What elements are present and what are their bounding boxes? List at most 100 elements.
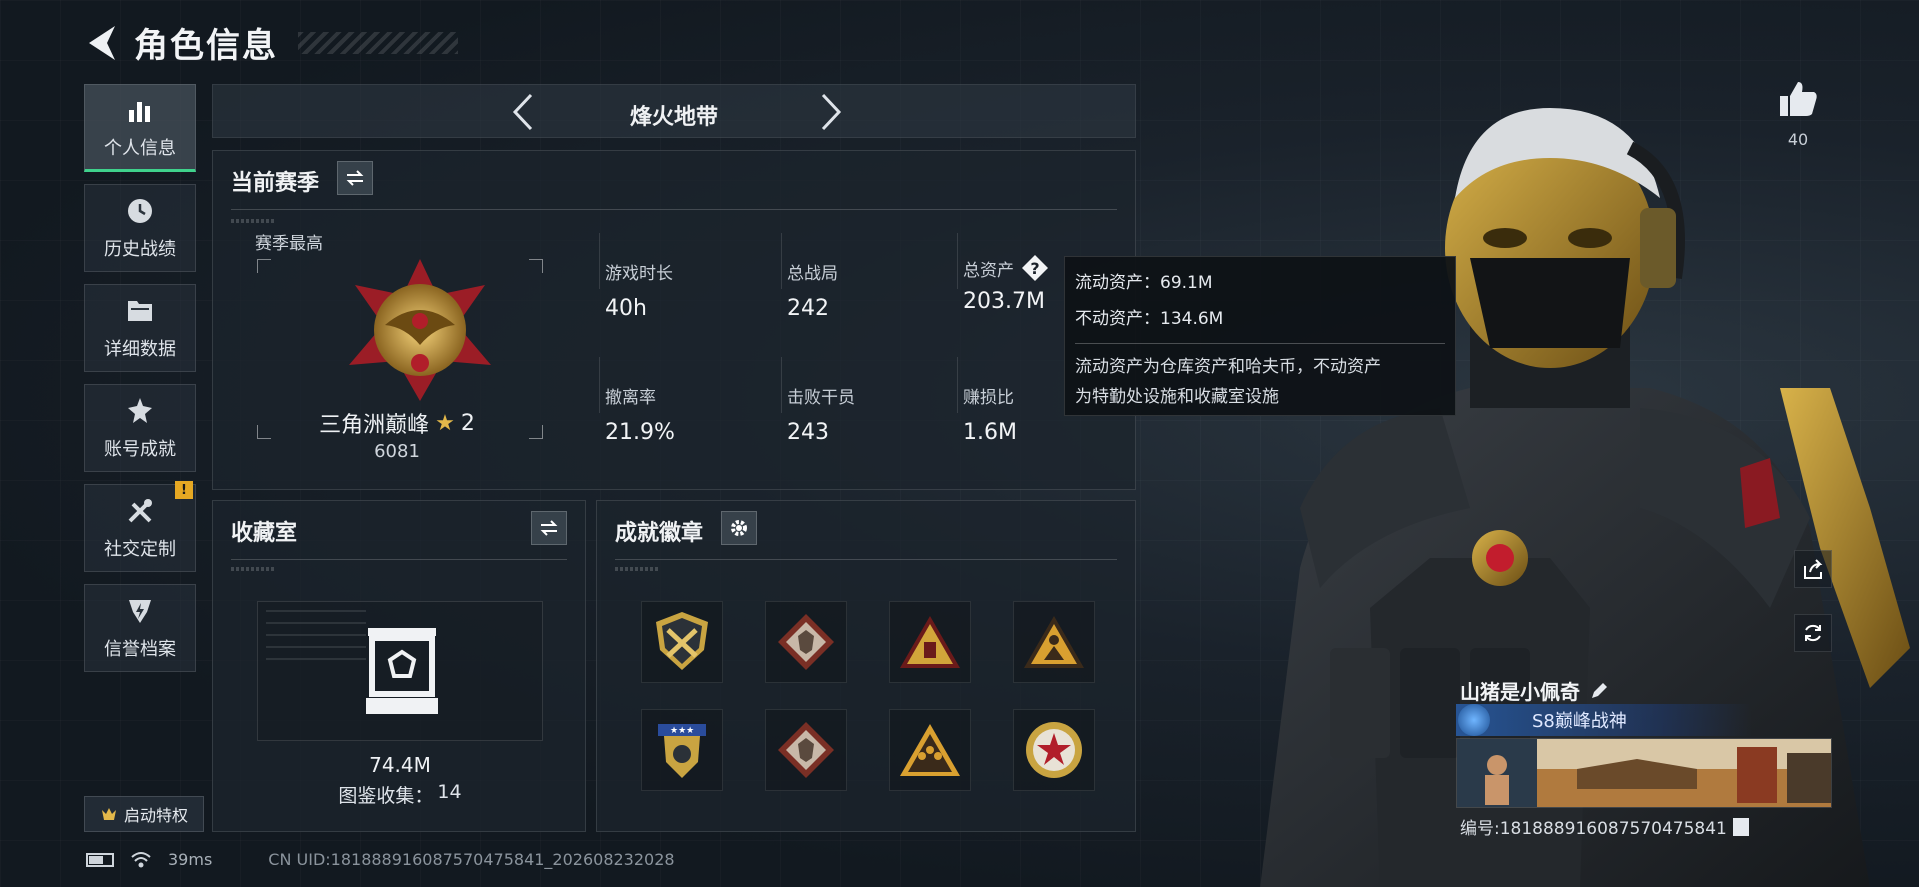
warning-badge: !	[175, 481, 193, 499]
thumbs-up-icon	[1780, 82, 1817, 116]
tooltip-description-line1: 流动资产为仓库资产和哈夫币，不动资产	[1075, 357, 1381, 377]
decoration	[231, 219, 275, 223]
svg-text:★★★: ★★★	[670, 726, 694, 736]
tooltip-fixed-assets: 不动资产：134.6M	[1075, 309, 1224, 329]
sidebar-item-label: 个人信息	[104, 138, 176, 159]
player-id-row: 编号:1818889160875704758​41	[1460, 814, 1749, 839]
privilege-label: 启动特权	[123, 806, 188, 825]
divider	[1075, 343, 1445, 344]
season-swap-button[interactable]	[337, 161, 373, 195]
divider	[615, 559, 1117, 560]
player-title-bar: S8巅峰战神	[1456, 704, 1752, 736]
player-name-row: 山猪是小佩奇	[1460, 676, 1608, 705]
rank-score: 6081	[374, 441, 420, 462]
help-icon[interactable]: ?	[1022, 255, 1048, 281]
collection-preview[interactable]	[257, 601, 543, 741]
shield-crossed-icon	[656, 612, 708, 670]
achievements-panel: 成就徽章 ★★★	[596, 500, 1136, 832]
map-selector: 烽火地带	[212, 84, 1136, 138]
sidebar-item-personal-info[interactable]: 个人信息	[84, 84, 196, 172]
swap-icon	[346, 170, 364, 186]
privilege-button[interactable]: 启动特权	[84, 796, 204, 832]
stat-operators-defeated: 击败干员 243	[787, 383, 855, 445]
like-button[interactable]: 40	[1776, 80, 1820, 149]
sidebar-item-label: 历史战绩	[104, 239, 176, 260]
divider	[231, 209, 1117, 210]
divider	[781, 357, 782, 413]
achievement-badge[interactable]	[889, 601, 971, 683]
season-best-label: 赛季最高	[255, 234, 323, 254]
stat-label: 总资产 ?	[963, 255, 1048, 281]
bar-chart-icon	[124, 94, 156, 126]
edit-icon[interactable]	[1590, 682, 1608, 700]
achievement-badge[interactable]: ★★★	[641, 709, 723, 791]
tooltip-liquid-assets: 流动资产：69.1M	[1075, 273, 1213, 293]
sidebar-item-history[interactable]: 历史战绩	[84, 184, 196, 272]
refresh-icon	[1805, 624, 1821, 642]
achievement-badge[interactable]	[889, 709, 971, 791]
assets-tooltip: 流动资产：69.1M 不动资产：134.6M 流动资产为仓库资产和哈夫币，不动资…	[1064, 256, 1456, 416]
page-header: 角色信息	[84, 18, 458, 67]
achievement-badge[interactable]	[765, 601, 847, 683]
decoration	[231, 567, 275, 571]
frame-corner	[257, 259, 271, 273]
collection-value: 74.4M	[369, 753, 431, 777]
player-banner[interactable]	[1456, 738, 1832, 808]
season-panel-title: 当前赛季	[231, 171, 320, 196]
collection-swap-button[interactable]	[531, 511, 567, 545]
privilege-icon	[101, 808, 116, 820]
stat-value: 243	[787, 420, 829, 445]
sidebar-item-label: 信誉档案	[104, 639, 176, 660]
stat-value: 1.6M	[963, 420, 1017, 445]
banner-image	[1457, 739, 1831, 807]
player-card: 山猪是小佩奇 S8巅峰战神 编号:1818889160875704758​41	[1452, 668, 1832, 848]
stat-total-matches: 总战局 242	[787, 259, 838, 321]
gear-icon	[731, 520, 747, 536]
stat-value: 21.9%	[605, 420, 675, 445]
triangle-figure-icon	[1024, 616, 1084, 668]
season-panel: 当前赛季 赛季最高 三角洲巅峰 ★ 2 6081 游戏时长 40h 总战局 24…	[212, 150, 1136, 490]
stat-label: 赚损比	[963, 388, 1014, 408]
stat-value: 203.7M	[963, 289, 1045, 314]
sidebar-item-social[interactable]: 社交定制 !	[84, 481, 196, 572]
decoration	[266, 610, 366, 670]
achievement-badge[interactable]	[1013, 709, 1095, 791]
sidebar-item-label: 账号成就	[104, 439, 176, 460]
refresh-button[interactable]	[1794, 614, 1832, 652]
sidebar-item-details[interactable]: 详细数据	[84, 284, 196, 372]
round-star-icon	[1026, 722, 1082, 778]
achievement-badge[interactable]	[765, 709, 847, 791]
achievement-badge[interactable]	[1013, 601, 1095, 683]
achievements-panel-title: 成就徽章	[615, 521, 704, 546]
sidebar-item-label: 详细数据	[104, 339, 176, 360]
sidebar: 个人信息 历史战绩 详细数据 账号成就 社交定制 ! 信誉档案	[84, 84, 196, 684]
back-button[interactable]	[84, 21, 120, 65]
triangle-squad-icon	[900, 724, 960, 776]
triangle-gold-icon	[900, 616, 960, 668]
frame-corner	[529, 259, 543, 273]
achievements-settings-button[interactable]	[721, 511, 757, 545]
wifi-icon	[131, 851, 151, 867]
player-name: 山猪是小佩奇	[1460, 680, 1580, 704]
collection-panel-title: 收藏室	[231, 521, 298, 546]
status-bar: 39ms CN UID:1818889160875704758​41_20260…	[86, 850, 675, 869]
tools-icon	[124, 495, 156, 527]
achievement-badge[interactable]	[641, 601, 723, 683]
share-button[interactable]	[1794, 550, 1832, 588]
sidebar-item-credit[interactable]: 信誉档案	[84, 584, 196, 672]
sidebar-item-achievements[interactable]: 账号成就	[84, 384, 196, 472]
collection-count: 图鉴收集： 14	[213, 781, 587, 808]
map-next-button[interactable]	[811, 91, 851, 133]
history-icon	[124, 195, 156, 227]
folder-icon	[124, 295, 156, 327]
decoration	[615, 567, 659, 571]
stat-label: 撤离率	[605, 388, 656, 408]
tooltip-description-line2: 为特勤处设施和收藏室设施	[1075, 387, 1279, 407]
copy-icon[interactable]	[1732, 817, 1749, 836]
stat-label: 总战局	[787, 264, 838, 284]
stat-profit-loss: 赚损比 1.6M	[963, 383, 1017, 445]
battery-icon	[86, 852, 114, 867]
swap-icon	[540, 520, 558, 536]
collection-count-label: 图鉴收集：	[338, 785, 434, 807]
achievement-icon	[124, 395, 156, 427]
